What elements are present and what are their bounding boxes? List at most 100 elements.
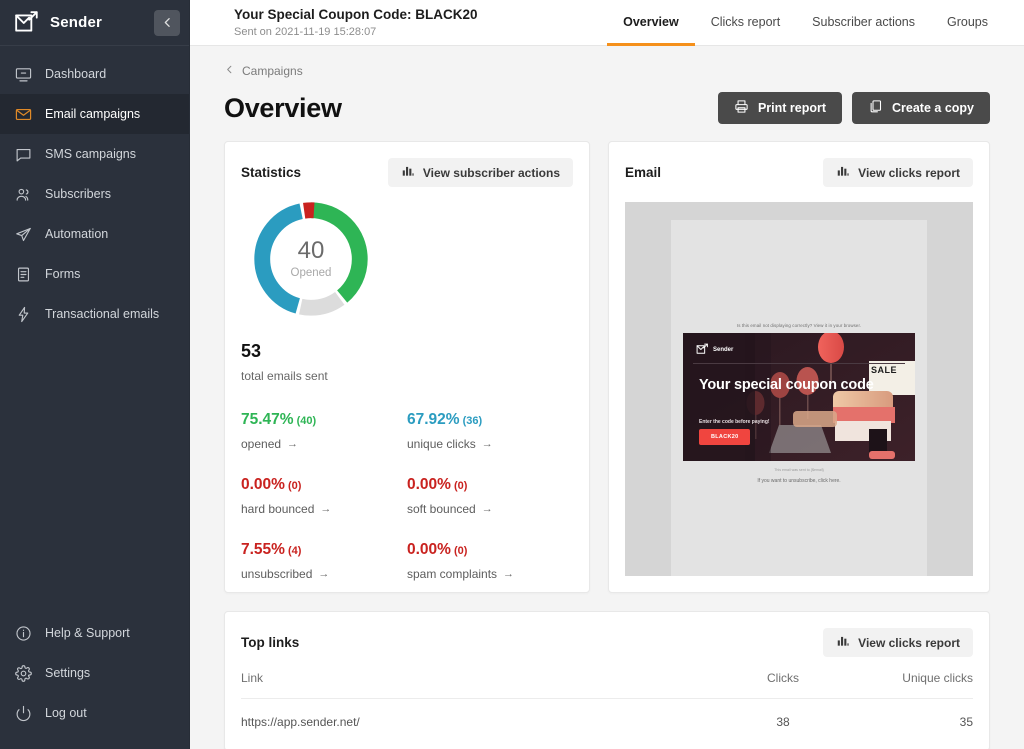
campaign-title: Your Special Coupon Code: BLACK20: [234, 7, 607, 24]
view-clicks-report-label: View clicks report: [858, 636, 960, 650]
email-preview[interactable]: Is this email not displaying correctly? …: [625, 202, 973, 576]
sidebar-item-email-campaigns[interactable]: Email campaigns: [0, 94, 190, 134]
email-hero-cta-button[interactable]: BLACK20: [699, 429, 750, 445]
sidebar-item-forms[interactable]: Forms: [0, 254, 190, 294]
statistics-donut-wrap: 40 Opened: [241, 195, 573, 323]
sidebar-item-label: Email campaigns: [45, 107, 140, 121]
sidebar-item-label: Dashboard: [45, 67, 106, 81]
tab-subscriber-actions[interactable]: Subscriber actions: [796, 1, 931, 46]
view-clicks-report-button-toplinks[interactable]: View clicks report: [823, 628, 973, 657]
breadcrumb-label: Campaigns: [242, 64, 303, 78]
sidebar-item-help-support[interactable]: Help & Support: [0, 613, 190, 653]
sidebar: Sender Dashboard Email campaigns: [0, 0, 190, 749]
cards-row: Statistics View subscriber actions: [224, 141, 990, 593]
envelope-icon: [14, 105, 32, 123]
top-links-card: Top links View clicks report Link Clicks: [224, 611, 990, 749]
metric-label: spam complaints: [407, 567, 497, 581]
view-subscriber-actions-button[interactable]: View subscriber actions: [388, 158, 573, 187]
statistics-card: Statistics View subscriber actions: [224, 141, 590, 593]
metric-pct: 67.92%: [407, 411, 460, 428]
email-hero-divider: [693, 363, 905, 364]
metric-spam-complaints-link[interactable]: spam complaints→: [407, 567, 514, 581]
email-sale-badge: SALE: [871, 365, 897, 375]
statistics-card-header: Statistics View subscriber actions: [241, 158, 573, 187]
sidebar-item-label: Help & Support: [45, 626, 130, 640]
breadcrumb[interactable]: Campaigns: [224, 46, 303, 78]
info-circle-icon: [14, 624, 32, 642]
paper-plane-icon: [14, 225, 32, 243]
cell-unique-clicks: 35: [843, 699, 973, 730]
sidebar-item-sms-campaigns[interactable]: SMS campaigns: [0, 134, 190, 174]
metric-unique-clicks: 67.92%(36) unique clicks →: [407, 411, 573, 451]
email-footer-line1: This email was sent to {$email}: [683, 468, 915, 472]
metric-count: (40): [297, 415, 317, 427]
metric-count: (0): [454, 545, 467, 557]
email-hero-heading: Your special coupon code: [699, 377, 874, 395]
users-icon: [14, 185, 32, 203]
sidebar-header: Sender: [0, 0, 190, 46]
dashboard-icon: [14, 65, 32, 83]
metric-spam-complaints: 0.00%(0) spam complaints→: [407, 541, 573, 581]
sender-logo-icon: [696, 343, 709, 356]
email-card-header: Email View clicks report: [625, 158, 973, 187]
cell-clicks: 38: [723, 699, 843, 730]
metric-unsubscribed-link[interactable]: unsubscribed →: [241, 567, 329, 581]
sidebar-item-automation[interactable]: Automation: [0, 214, 190, 254]
email-hero-brand-name: Sender: [713, 347, 733, 353]
cell-link[interactable]: https://app.sender.net/: [241, 699, 723, 730]
metric-hard-bounced: 0.00%(0) hard bounced→: [241, 476, 407, 516]
print-report-button[interactable]: Print report: [718, 92, 842, 124]
arrow-right-icon: →: [482, 503, 493, 515]
view-clicks-report-button-email[interactable]: View clicks report: [823, 158, 973, 187]
total-emails-sent-label: total emails sent: [241, 369, 573, 383]
arrow-right-icon: →: [482, 438, 493, 450]
email-card: Email View clicks report Is this email n…: [608, 141, 990, 593]
campaign-sent-date: Sent on 2021-11-19 15:28:07: [234, 26, 607, 38]
metric-opened-link[interactable]: opened→: [241, 437, 298, 451]
statistics-metrics-grid: 75.47%(40) opened→ 67.92%(36) unique cli…: [241, 411, 573, 581]
donut-center-label: Opened: [291, 267, 332, 279]
sidebar-item-label: Automation: [45, 227, 108, 241]
email-footer: This email was sent to {$email} If you w…: [683, 461, 915, 496]
email-footer-line2: If you want to unsubscribe, click here.: [683, 478, 915, 484]
content-scroll: Campaigns Overview Print report: [190, 46, 1024, 749]
top-links-tbody: https://app.sender.net/ 38 35: [241, 699, 973, 730]
arrow-right-icon: →: [320, 503, 331, 515]
metric-hard-bounced-link[interactable]: hard bounced →: [241, 502, 331, 516]
bar-chart-icon: [401, 164, 415, 181]
sidebar-item-settings[interactable]: Settings: [0, 653, 190, 693]
sidebar-item-log-out[interactable]: Log out: [0, 693, 190, 733]
main-area: Your Special Coupon Code: BLACK20 Sent o…: [190, 0, 1024, 749]
sender-logo-icon: [14, 10, 40, 36]
page-header: Overview Print report Create a copy: [224, 92, 990, 124]
sidebar-item-subscribers[interactable]: Subscribers: [0, 174, 190, 214]
gear-icon: [14, 664, 32, 682]
metric-count: (36): [463, 415, 483, 427]
sidebar-item-label: Settings: [45, 666, 90, 680]
metric-label: hard bounced: [241, 502, 314, 516]
sidebar-collapse-button[interactable]: [154, 10, 180, 36]
metric-opened: 75.47%(40) opened→: [241, 411, 407, 451]
metric-label: unsubscribed: [241, 567, 312, 581]
sidebar-item-transactional-emails[interactable]: Transactional emails: [0, 294, 190, 334]
column-unique-clicks: Unique clicks: [843, 671, 973, 699]
bar-chart-icon: [836, 634, 850, 651]
column-clicks: Clicks: [723, 671, 843, 699]
metric-soft-bounced-link[interactable]: soft bounced→: [407, 502, 493, 516]
arrow-right-icon: →: [318, 568, 329, 580]
metric-label: unique clicks: [407, 437, 476, 451]
email-hero-subheading: Enter the code before paying!: [699, 419, 770, 425]
tab-groups[interactable]: Groups: [931, 1, 1004, 46]
sidebar-item-dashboard[interactable]: Dashboard: [0, 54, 190, 94]
copy-icon: [868, 99, 883, 117]
create-a-copy-button[interactable]: Create a copy: [852, 92, 990, 124]
form-icon: [14, 265, 32, 283]
sidebar-item-label: Forms: [45, 267, 80, 281]
metric-count: (0): [454, 480, 467, 492]
metric-unique-clicks-link[interactable]: unique clicks →: [407, 437, 493, 451]
total-emails-sent-value: 53: [241, 341, 573, 362]
topbar: Your Special Coupon Code: BLACK20 Sent o…: [190, 0, 1024, 46]
tab-clicks-report[interactable]: Clicks report: [695, 1, 796, 46]
chat-bubble-icon: [14, 145, 32, 163]
tab-overview[interactable]: Overview: [607, 1, 695, 46]
